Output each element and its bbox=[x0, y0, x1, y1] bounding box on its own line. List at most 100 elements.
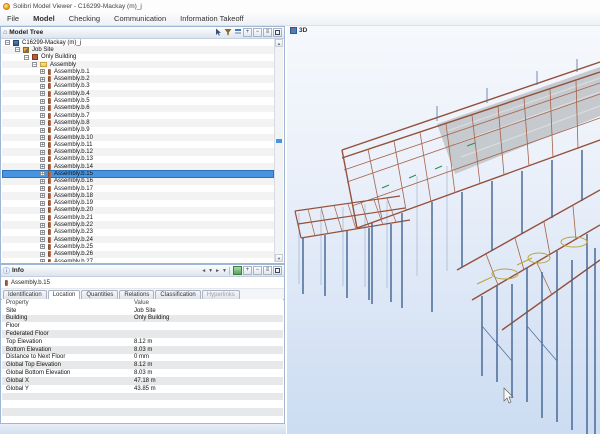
next-button[interactable]: ► bbox=[215, 268, 220, 274]
next-dropdown-icon[interactable]: ▼ bbox=[222, 268, 227, 274]
expander-plus-icon[interactable] bbox=[40, 127, 45, 133]
menu-communication[interactable]: Communication bbox=[107, 14, 173, 23]
expand-all-button[interactable]: + bbox=[243, 28, 252, 37]
tree-item[interactable]: Assembly.b.2 bbox=[2, 75, 274, 83]
detach-panel-button[interactable] bbox=[273, 28, 282, 37]
expander-plus-icon[interactable] bbox=[40, 237, 45, 243]
menu-information-takeoff[interactable]: Information Takeoff bbox=[173, 14, 251, 23]
prev-dropdown-icon[interactable]: ▼ bbox=[208, 268, 213, 274]
tree-item-only-building[interactable]: Only Building bbox=[2, 54, 274, 61]
table-row[interactable]: Global Bottom Elevation 8.03 m bbox=[2, 369, 283, 377]
tab-relations[interactable]: Relations bbox=[119, 290, 155, 299]
tree-item[interactable]: Assembly.b.18 bbox=[2, 192, 274, 200]
collapse-panel-button[interactable]: − bbox=[253, 266, 262, 275]
filter-icon[interactable] bbox=[223, 28, 232, 37]
tree-item[interactable]: Assembly.b.12 bbox=[2, 148, 274, 156]
expander-plus-icon[interactable] bbox=[40, 259, 45, 262]
select-pointer-icon[interactable] bbox=[213, 28, 222, 37]
expander-plus-icon[interactable] bbox=[40, 229, 45, 235]
collapse-all-button[interactable]: − bbox=[253, 28, 262, 37]
scroll-up-icon[interactable]: ▲ bbox=[275, 39, 283, 47]
tree-item[interactable]: Assembly.b.13 bbox=[2, 156, 274, 163]
tree-item-job-site[interactable]: Job Site bbox=[2, 46, 274, 54]
prev-button[interactable]: ◄ bbox=[201, 268, 206, 274]
tab-quantities[interactable]: Quantities bbox=[81, 290, 119, 299]
tree-item[interactable]: Assembly.b.11 bbox=[2, 141, 274, 148]
tree-item[interactable]: Assembly.b.22 bbox=[2, 221, 274, 229]
expander-plus-icon[interactable] bbox=[40, 98, 45, 104]
3d-view-tab[interactable]: 3D bbox=[290, 27, 307, 34]
expander-plus-icon[interactable] bbox=[40, 113, 45, 119]
expander-plus-icon[interactable] bbox=[40, 178, 45, 184]
expander-plus-icon[interactable] bbox=[40, 83, 45, 89]
tree-item[interactable]: Assembly.b.5 bbox=[2, 97, 274, 105]
tree-item[interactable]: Assembly.b.3 bbox=[2, 83, 274, 90]
expander-plus-icon[interactable] bbox=[40, 215, 45, 221]
expander-plus-icon[interactable] bbox=[40, 135, 45, 140]
expander-plus-icon[interactable] bbox=[40, 251, 45, 257]
table-row[interactable]: Federated Floor bbox=[2, 330, 283, 338]
tree-item-root[interactable]: C16299-Mackay (m)_j bbox=[2, 39, 274, 46]
tree-item[interactable]: Assembly.b.26 bbox=[2, 250, 274, 258]
expander-plus-icon[interactable] bbox=[40, 164, 45, 170]
tree-item[interactable]: Assembly.b.14 bbox=[2, 163, 274, 171]
expander-plus-icon[interactable] bbox=[40, 193, 45, 199]
expander-plus-icon[interactable] bbox=[40, 91, 45, 97]
expander-plus-icon[interactable] bbox=[40, 76, 45, 82]
expander-plus-icon[interactable] bbox=[40, 69, 45, 75]
scrollbar-selection-marker[interactable] bbox=[276, 139, 282, 144]
layers-icon[interactable] bbox=[233, 28, 242, 37]
menu-model[interactable]: Model bbox=[26, 14, 62, 23]
tree-item[interactable]: Assembly.b.8 bbox=[2, 119, 274, 127]
tree-item[interactable]: Assembly.b.17 bbox=[2, 185, 274, 192]
menu-file[interactable]: File bbox=[0, 14, 26, 23]
expander-plus-icon[interactable] bbox=[40, 156, 45, 162]
expander-plus-icon[interactable] bbox=[40, 186, 45, 192]
table-row[interactable]: Top Elevation 8.12 m bbox=[2, 338, 283, 346]
menu-checking[interactable]: Checking bbox=[62, 14, 107, 23]
table-row[interactable]: Floor bbox=[2, 322, 283, 330]
tree-item[interactable]: Assembly.b.7 bbox=[2, 112, 274, 119]
tree-item[interactable]: Assembly.b.27 bbox=[2, 258, 274, 262]
tree-item[interactable]: Assembly.b.19 bbox=[2, 200, 274, 207]
table-row[interactable]: Global Y 43.85 m bbox=[2, 385, 283, 393]
expander-minus-icon[interactable] bbox=[24, 54, 29, 60]
table-row[interactable]: Building Only Building bbox=[2, 314, 283, 323]
expander-plus-icon[interactable] bbox=[40, 200, 45, 206]
tree-item[interactable]: Assembly.b.25 bbox=[2, 243, 274, 250]
tree-item[interactable]: Assembly.b.10 bbox=[2, 133, 274, 142]
expander-plus-icon[interactable] bbox=[40, 120, 45, 126]
steel-frame-model[interactable] bbox=[287, 26, 600, 434]
scroll-down-icon[interactable]: ▼ bbox=[275, 254, 283, 262]
expander-minus-icon[interactable] bbox=[15, 47, 20, 53]
expander-plus-icon[interactable] bbox=[40, 105, 45, 111]
tree-item[interactable]: Assembly.b.21 bbox=[2, 214, 274, 221]
expander-plus-icon[interactable] bbox=[40, 171, 45, 177]
table-row[interactable]: Distance to Next Floor 0 mm bbox=[2, 354, 283, 362]
table-row[interactable]: Bottom Elevation 8.03 m bbox=[2, 345, 283, 354]
tree-scrollbar[interactable]: ▲ ▼ bbox=[274, 39, 283, 262]
expander-minus-icon[interactable] bbox=[32, 62, 37, 68]
panel-menu-button[interactable]: ≡ bbox=[263, 28, 272, 37]
tree-item[interactable]: Assembly.b.23 bbox=[2, 229, 274, 236]
tab-classification[interactable]: Classification bbox=[155, 290, 201, 299]
tree-item-assembly-folder[interactable]: Assembly bbox=[2, 60, 274, 69]
expand-panel-button[interactable]: + bbox=[243, 266, 252, 275]
tree-item[interactable]: Assembly.b.16 bbox=[2, 177, 274, 185]
detach-panel-button[interactable] bbox=[273, 266, 282, 275]
table-row[interactable]: Global Top Elevation 8.12 m bbox=[2, 361, 283, 370]
table-row[interactable]: Site Job Site bbox=[2, 307, 283, 315]
expander-plus-icon[interactable] bbox=[40, 142, 45, 148]
expander-plus-icon[interactable] bbox=[40, 244, 45, 250]
tree-item-selected[interactable]: Assembly.b.15 bbox=[2, 170, 274, 178]
tree-item[interactable]: Assembly.b.9 bbox=[2, 127, 274, 134]
tab-identification[interactable]: Identification bbox=[3, 290, 47, 299]
panel-menu-button[interactable]: ≡ bbox=[263, 266, 272, 275]
tree-item[interactable]: Assembly.b.1 bbox=[2, 68, 274, 75]
expander-plus-icon[interactable] bbox=[40, 149, 45, 155]
expander-plus-icon[interactable] bbox=[40, 207, 45, 213]
show-in-3d-button[interactable] bbox=[233, 266, 242, 275]
tree-item[interactable]: Assembly.b.20 bbox=[2, 206, 274, 215]
table-row[interactable]: Global X 47.18 m bbox=[2, 376, 283, 385]
expander-plus-icon[interactable] bbox=[40, 222, 45, 228]
